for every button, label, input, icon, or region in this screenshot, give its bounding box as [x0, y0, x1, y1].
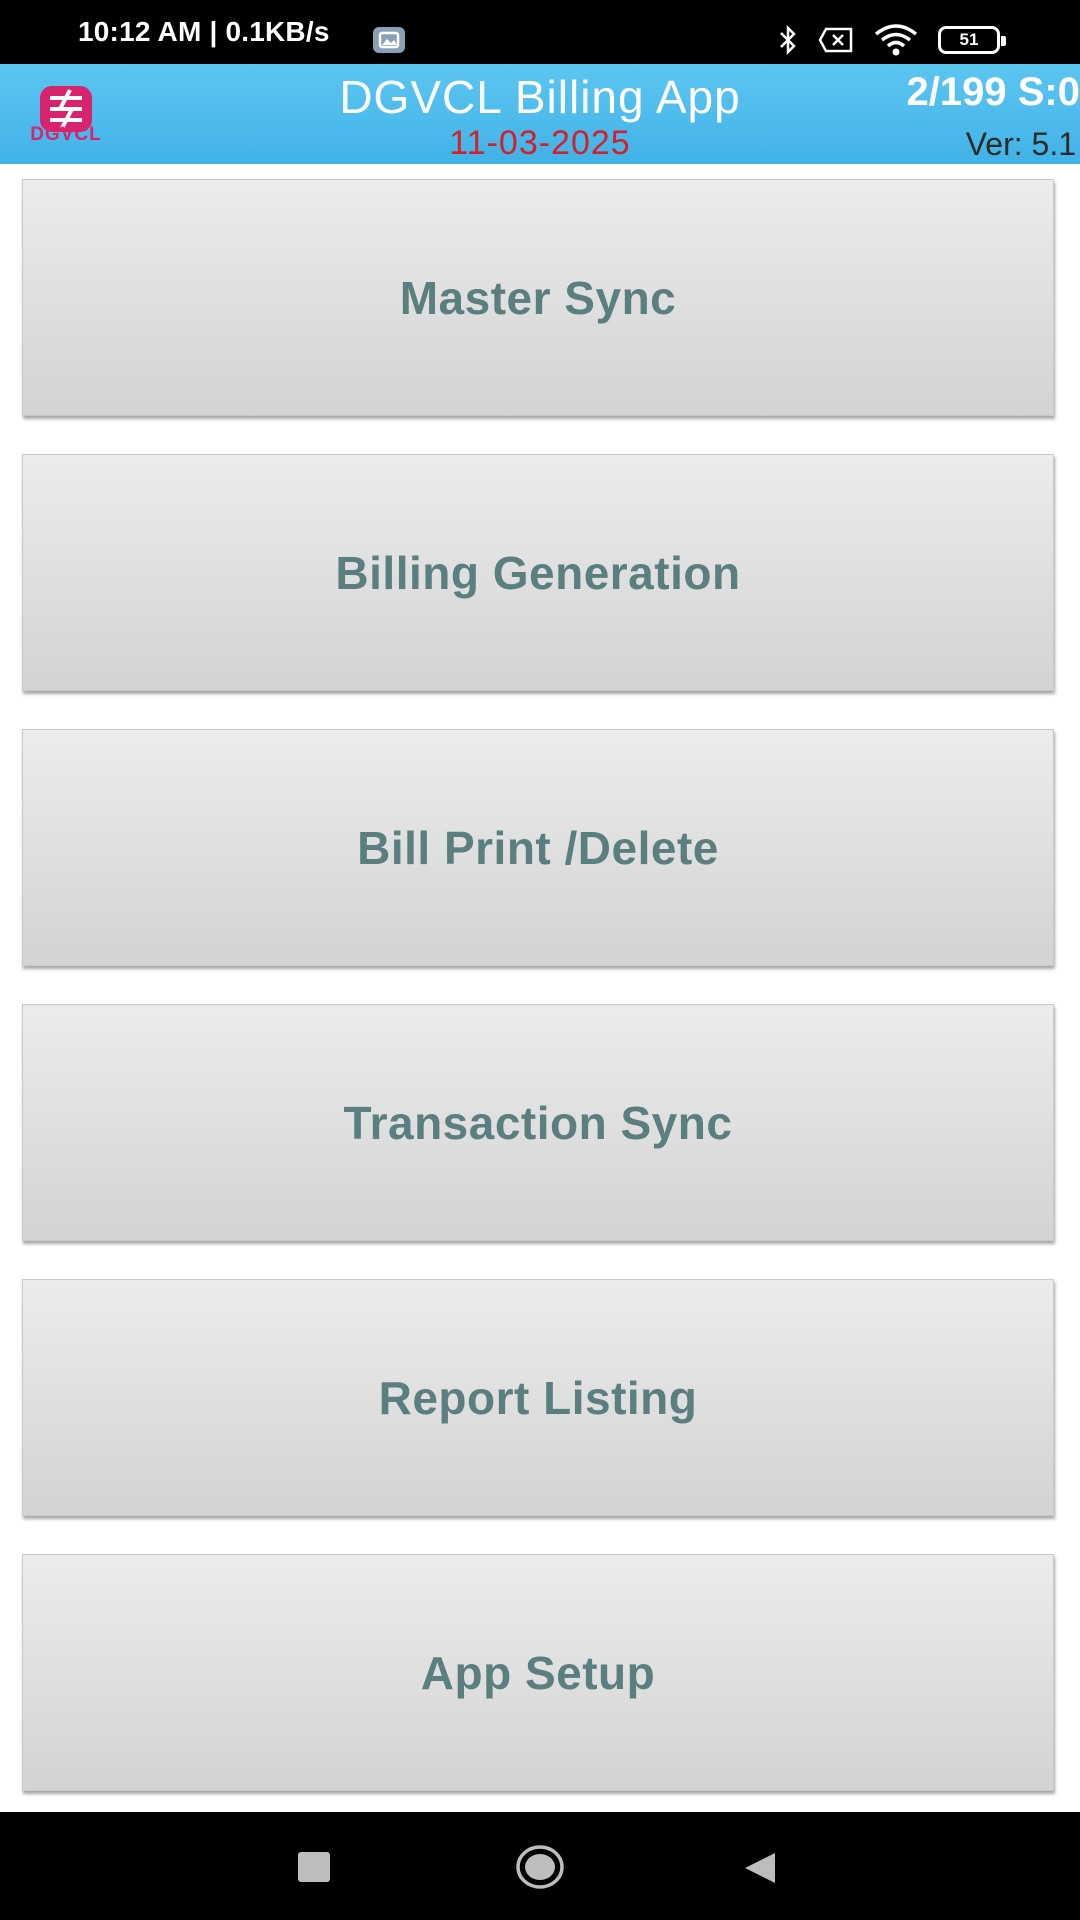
recents-icon[interactable]	[298, 1852, 330, 1882]
app-date: 11-03-2025	[449, 124, 631, 162]
bill-counter: 2/199 S:0	[906, 70, 1080, 114]
battery-level: 51	[959, 30, 979, 49]
master-sync-button[interactable]: Master Sync	[22, 179, 1054, 416]
app-setup-button[interactable]: App Setup	[22, 1554, 1054, 1791]
gallery-icon	[373, 27, 405, 53]
wifi-icon	[874, 24, 918, 56]
bluetooth-icon	[780, 25, 796, 55]
back-icon[interactable]	[742, 1850, 778, 1886]
sim-disabled-icon	[818, 27, 853, 53]
status-icons: 51	[778, 24, 1006, 56]
system-nav-bar	[0, 1812, 1080, 1920]
billing-generation-button[interactable]: Billing Generation	[22, 454, 1054, 691]
status-bar: 10:12 AM | 0.1KB/s 51	[0, 0, 1080, 64]
battery-icon: 51	[938, 26, 1006, 54]
home-icon[interactable]	[515, 1844, 565, 1890]
report-listing-button[interactable]: Report Listing	[22, 1279, 1054, 1516]
transaction-sync-button[interactable]: Transaction Sync	[22, 1004, 1054, 1241]
main-menu: Master Sync Billing Generation Bill Prin…	[22, 179, 1056, 1829]
bill-print-delete-button[interactable]: Bill Print /Delete	[22, 729, 1054, 966]
status-time: 10:12 AM | 0.1KB/s	[78, 16, 330, 47]
app-version: Ver: 5.1	[965, 126, 1076, 162]
